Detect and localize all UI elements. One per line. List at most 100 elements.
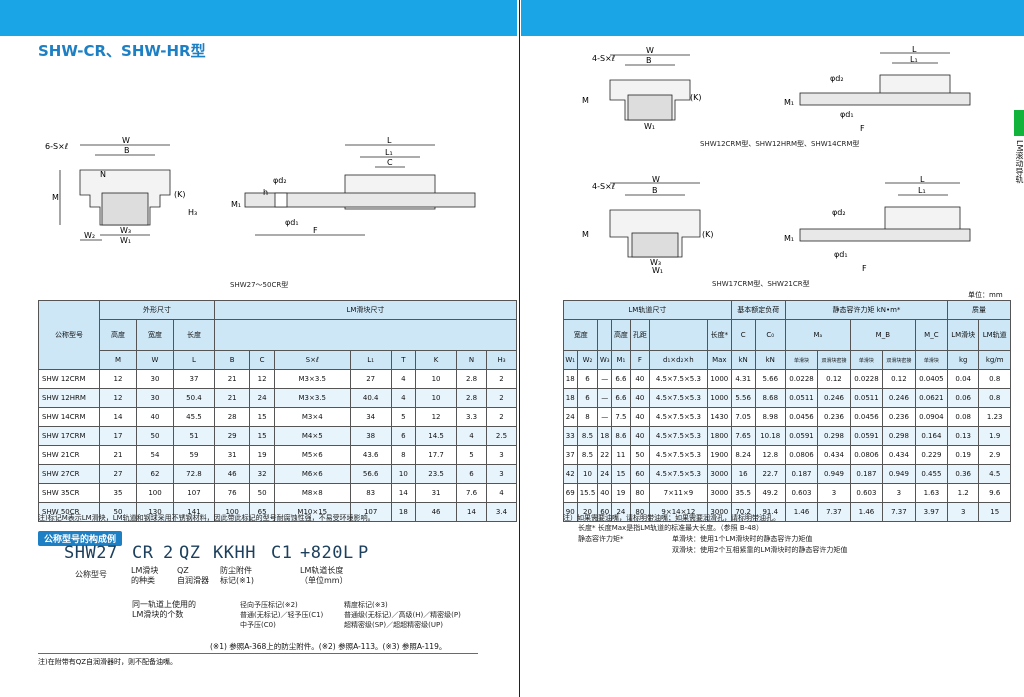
table-cell: 4.5×7.5×5.3 bbox=[648, 388, 708, 408]
table-cell: 0.08 bbox=[946, 407, 980, 427]
table-cell: 6 bbox=[456, 464, 487, 484]
label-l-rb: L bbox=[920, 175, 925, 184]
table-cell: 50 bbox=[629, 445, 650, 465]
label-w-rt: W bbox=[646, 46, 654, 55]
table-cell: 50.4 bbox=[173, 388, 215, 408]
code-count: 2 bbox=[163, 543, 174, 563]
table-row: SHW 12HRM 12 30 50.4 21 24 M3×3.5 40.4 4 10 2.8 2 bbox=[38, 388, 518, 408]
th-left-col: C bbox=[249, 350, 275, 370]
th-left-col: B bbox=[213, 350, 251, 370]
table-cell: 8.5 bbox=[576, 426, 599, 446]
diagram-rail-side-right-bottom: L L₁ φd₂ M₁ φd₁ F bbox=[784, 175, 971, 273]
label-d2-rb: φd₂ bbox=[832, 208, 846, 217]
th-moment-sub: 单滑块 bbox=[784, 350, 819, 370]
left-spec-table: 公称型号 外形尺寸 LM滑块尺寸 高度 宽度 长度 M W L B C S×ℓ L₁ T K N H… bbox=[38, 300, 518, 522]
table-cell: — bbox=[597, 407, 612, 427]
label-w1-rb: W₁ bbox=[652, 266, 663, 275]
table-cell: 28 bbox=[213, 407, 251, 427]
table-cell: 10 bbox=[415, 388, 458, 408]
table-cell: 8.98 bbox=[754, 407, 786, 427]
table-cell: 0.0806 bbox=[784, 445, 819, 465]
header-bar-left bbox=[0, 0, 517, 36]
table-cell: M4×5 bbox=[273, 426, 351, 446]
table-cell: 8.5 bbox=[576, 445, 599, 465]
label-w1-rt: W₁ bbox=[644, 122, 655, 131]
table-cell: 0.187 bbox=[784, 464, 819, 484]
table-cell: 12 bbox=[249, 369, 275, 389]
diagram-block-front-right-bottom: W B 4-S×ℓ M (K) W₃ W₁ bbox=[582, 175, 714, 275]
table-cell: 7.37 bbox=[882, 502, 916, 522]
table-cell: 17 bbox=[99, 426, 137, 446]
label-m-rb: M bbox=[582, 230, 589, 239]
table-cell: 10 bbox=[415, 369, 458, 389]
label-m: M bbox=[52, 193, 59, 202]
table-cell: 0.0456 bbox=[849, 407, 884, 427]
table-cell: 7.37 bbox=[817, 502, 851, 522]
table-cell: 8 bbox=[576, 407, 599, 427]
th-right-col: W₃ bbox=[597, 350, 612, 370]
label-w1: W₁ bbox=[120, 236, 131, 245]
th-mass-block: LM滑块 bbox=[946, 319, 980, 351]
table-cell: 50 bbox=[249, 483, 275, 503]
table-cell: 3 bbox=[485, 464, 518, 484]
label-b: B bbox=[124, 146, 130, 155]
label-k-rt: (K) bbox=[690, 93, 702, 102]
table-row: SHW 14CRM 14 40 45.5 28 15 M3×4 34 5 12 3.3 2 bbox=[38, 407, 518, 427]
table-cell: 2.8 bbox=[456, 388, 487, 408]
table-cell: 4.5×7.5×5.3 bbox=[648, 369, 708, 389]
table-cell: 7.05 bbox=[730, 407, 756, 427]
table-cell: 0.8 bbox=[978, 369, 1011, 389]
table-cell: 12 bbox=[415, 407, 458, 427]
th-left-col: N bbox=[456, 350, 487, 370]
table-cell: 19 bbox=[249, 445, 275, 465]
th-ma: Mₐ bbox=[784, 319, 851, 351]
table-cell: 45.5 bbox=[173, 407, 215, 427]
table-cell: 0.603 bbox=[849, 483, 884, 503]
table-cell: 0.298 bbox=[817, 426, 851, 446]
table-cell: 1000 bbox=[706, 388, 732, 408]
th-r-length: 长度* bbox=[706, 319, 732, 351]
table-cell: 10 bbox=[390, 464, 417, 484]
table-cell: 18 bbox=[597, 426, 612, 446]
table-cell: 0.455 bbox=[914, 464, 948, 484]
desc-rail-length: LM轨道长度 （单位mm） bbox=[300, 566, 348, 585]
table-cell: 8.24 bbox=[730, 445, 756, 465]
th-r-pitch: 孔距 bbox=[629, 319, 650, 351]
table-cell: 0.949 bbox=[882, 464, 916, 484]
table-cell: 23.5 bbox=[415, 464, 458, 484]
table-cell: 34 bbox=[349, 407, 392, 427]
table-cell: 6 bbox=[576, 369, 599, 389]
table-row: SHW 27CR 27 62 72.8 46 32 M6×6 56.6 10 23.5 6 3 bbox=[38, 464, 518, 484]
table-cell: 24 bbox=[563, 407, 578, 427]
label-f-rb: F bbox=[862, 264, 867, 273]
table-cell: M3×3.5 bbox=[273, 388, 351, 408]
th-moment-sub: 双滑块密接 bbox=[882, 350, 916, 370]
th-moment: 静态容许力矩 kN•m* bbox=[784, 300, 948, 320]
table-row: 24 8—7.5 40 4.5×7.5×5.3 1430 7.05 8.98 0.0456 0.… bbox=[563, 407, 1011, 427]
page-title: SHW-CR、SHW-HR型 bbox=[38, 42, 206, 60]
header-bar-right bbox=[521, 0, 1024, 36]
table-cell: 4 bbox=[390, 388, 417, 408]
table-cell: M5×6 bbox=[273, 445, 351, 465]
table-cell: 18 bbox=[563, 369, 578, 389]
label-l: L bbox=[387, 136, 392, 145]
th-mass-unit: kg/m bbox=[978, 350, 1011, 370]
table-cell: M3×3.5 bbox=[273, 369, 351, 389]
caption-right-bottom: SHW17CRM型、SHW21CR型 bbox=[712, 280, 810, 288]
table-cell: 14 bbox=[99, 407, 137, 427]
code-seal: KKHH bbox=[213, 543, 256, 563]
table-cell: 7.5 bbox=[610, 407, 631, 427]
th-left-col: T bbox=[390, 350, 417, 370]
table-cell: 100 bbox=[136, 483, 174, 503]
table-cell: SHW 21CR bbox=[38, 445, 100, 465]
caption-right-top: SHW12CRM型、SHW12HRM型、SHW14CRM型 bbox=[700, 140, 860, 148]
table-cell: 15.5 bbox=[576, 483, 599, 503]
table-cell: 7.6 bbox=[456, 483, 487, 503]
th-load: 基本额定负荷 bbox=[730, 300, 786, 320]
table-cell: 69 bbox=[563, 483, 578, 503]
table-cell: 0.19 bbox=[946, 445, 980, 465]
desc-model: 公称型号 bbox=[75, 570, 107, 579]
table-cell: 51 bbox=[173, 426, 215, 446]
table-cell: 3.97 bbox=[914, 502, 948, 522]
label-h: h bbox=[263, 188, 268, 197]
